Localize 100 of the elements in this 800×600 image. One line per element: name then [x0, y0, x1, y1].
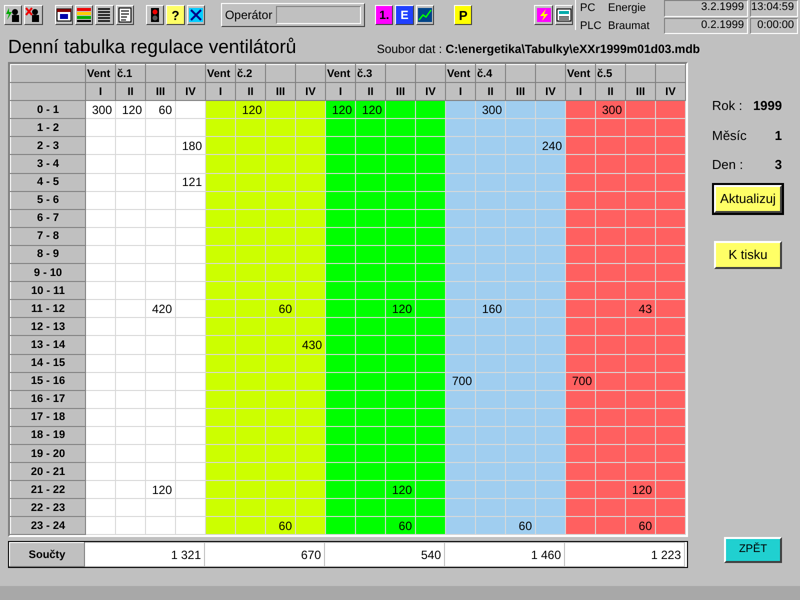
row-header: 11 - 12: [10, 300, 86, 318]
back-button[interactable]: ZPĚT: [724, 536, 782, 562]
column-header: III: [506, 82, 536, 101]
column-header: III: [266, 82, 296, 101]
help-button[interactable]: ?: [166, 5, 185, 25]
row-header: Součty: [10, 542, 84, 567]
report-button[interactable]: E: [395, 5, 414, 25]
row-header: 12 - 13: [10, 318, 86, 336]
date-value: 1999: [753, 97, 782, 115]
row-header: 10 - 11: [10, 282, 86, 300]
operator-field[interactable]: [276, 6, 362, 24]
row-header: 5 - 6: [10, 191, 86, 210]
file-path: C:\energetika\Tabulky\eXXr1999m01d03.mdb: [445, 42, 700, 56]
column-header: IV: [176, 82, 206, 101]
table-cell: 700: [446, 372, 476, 390]
table-cell: 120: [116, 100, 146, 119]
action-button[interactable]: Aktualizuj: [714, 184, 782, 212]
date-label: Den :: [712, 156, 744, 174]
date-label: Měsíc: [712, 126, 747, 144]
window-icon[interactable]: [54, 5, 73, 25]
person-lightning-icon[interactable]: [4, 5, 22, 25]
column-header: č.2: [236, 64, 266, 83]
table-cell: 60: [146, 100, 176, 119]
sum-cell: 1 321: [84, 542, 204, 567]
row-header: 7 - 8: [10, 227, 86, 246]
table-cell: 60: [266, 516, 296, 535]
row-header: 23 - 24: [10, 516, 86, 535]
row-header: 0 - 1: [10, 100, 86, 119]
sum-cell: 1 460: [444, 542, 564, 567]
table-cell: 430: [296, 336, 326, 354]
p-button[interactable]: P: [454, 5, 472, 25]
sum-cell: 1 223: [564, 542, 684, 567]
column-header: Vent: [86, 64, 116, 83]
document-icon[interactable]: [116, 5, 134, 25]
table-cell: 120: [626, 480, 656, 499]
column-header: Vent: [446, 64, 476, 83]
row-header: 3 - 4: [10, 154, 86, 174]
column-header: II: [476, 82, 506, 101]
page-title: Denní tabulka regulace ventilátorů: [7, 36, 296, 60]
column-header: Vent: [326, 64, 356, 83]
calculator-icon[interactable]: [554, 5, 573, 25]
column-header: Vent: [206, 64, 236, 83]
table-cell: 60: [506, 516, 536, 535]
table-cell: 300: [86, 100, 116, 119]
row-header: 18 - 19: [10, 426, 86, 444]
color-bars-icon[interactable]: [74, 5, 94, 25]
lightning-icon[interactable]: [534, 5, 553, 25]
column-header: č.1: [116, 64, 146, 83]
sum-cell: 540: [324, 542, 444, 567]
column-header: č.3: [356, 64, 386, 83]
status-label: Energie: [608, 1, 647, 16]
date-value: 3: [774, 156, 782, 174]
action-button[interactable]: K tisku: [714, 240, 782, 268]
row-header: 1 - 2: [10, 118, 86, 137]
column-header: č.4: [476, 64, 506, 83]
table-cell: 120: [236, 100, 266, 119]
column-header: III: [386, 82, 416, 101]
row-header: 16 - 17: [10, 390, 86, 408]
chart-icon[interactable]: [416, 5, 434, 25]
table-cell: 120: [146, 480, 176, 499]
column-header: I: [86, 82, 116, 101]
row-header: 21 - 22: [10, 480, 86, 499]
traffic-light-icon[interactable]: [146, 5, 164, 25]
row-header: 8 - 9: [10, 245, 86, 264]
table-cell: 120: [386, 300, 416, 318]
sum-cell: 670: [204, 542, 324, 567]
column-header: I: [326, 82, 356, 101]
column-header: III: [146, 82, 176, 101]
column-header: IV: [536, 82, 566, 101]
row-header: 15 - 16: [10, 372, 86, 390]
row-header: 22 - 23: [10, 498, 86, 517]
column-header: č.5: [596, 64, 626, 83]
status-name: PLC: [580, 18, 602, 34]
column-header: I: [566, 82, 596, 101]
table-cell: 60: [266, 300, 296, 318]
table-cell: 60: [386, 516, 416, 535]
table-cell: 60: [626, 516, 656, 535]
row-header: 20 - 21: [10, 462, 86, 481]
cross-icon[interactable]: [186, 5, 205, 25]
table-cell: 43: [626, 300, 656, 318]
status-date: 0.2.1999: [664, 18, 748, 34]
table-cell: 420: [146, 300, 176, 318]
row-header: 17 - 18: [10, 408, 86, 426]
report-button[interactable]: 1.: [375, 5, 394, 25]
file-label: Soubor dat :: [376, 42, 442, 56]
table-cell: 160: [476, 300, 506, 318]
row-header: 14 - 15: [10, 354, 86, 372]
status-label: Braumat: [608, 18, 651, 34]
list-icon[interactable]: [95, 5, 114, 25]
table-cell: 300: [596, 100, 626, 119]
column-header: II: [116, 82, 146, 101]
person-cross-icon[interactable]: [24, 5, 43, 25]
date-label: Rok :: [712, 97, 742, 115]
row-header: 4 - 5: [10, 173, 86, 192]
column-header: II: [356, 82, 386, 101]
row-header: 13 - 14: [10, 336, 86, 354]
row-header: 2 - 3: [10, 136, 86, 155]
status-date: 3.2.1999: [664, 0, 748, 16]
column-header: IV: [416, 82, 446, 101]
table-cell: 120: [326, 100, 356, 119]
